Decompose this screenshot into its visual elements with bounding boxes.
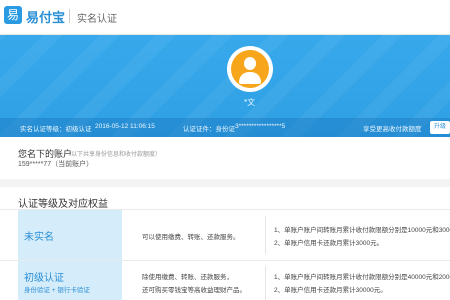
account-item: 159*****77（当前账户）	[18, 161, 94, 168]
upgrade-button[interactable]: 升级	[430, 121, 450, 134]
profile-banner: *文 实名认证等级：初级认证 2016-05-12 11:06:15 认证证件：…	[0, 35, 450, 137]
verification-status-bar: 实名认证等级：初级认证 2016-05-12 11:06:15 认证证件：身份证…	[0, 118, 450, 137]
level-column-divider	[265, 216, 266, 254]
level-limit: 1、单账户账户间转账月累计收付款限额分别是40000元和20000元	[274, 274, 450, 281]
level-limit: 2、单账户信用卡还款月累计30000元。	[274, 287, 387, 294]
profile-name: *文	[244, 98, 256, 107]
level-requirement: 身份验证 + 银行卡验证	[24, 287, 90, 294]
verification-level: 实名认证等级：初级认证	[20, 126, 92, 133]
levels-title: 认证等级及对应权益	[18, 199, 108, 210]
brand-logo-icon[interactable]: 易	[4, 6, 22, 24]
id-document-label: 认证证件：身份证	[183, 126, 235, 133]
id-document-number: 3*****************5	[235, 123, 286, 130]
section-separator	[0, 179, 450, 187]
level-description: 还可购买零钱宝等高收益理财产品。	[142, 287, 246, 294]
avatar-body	[239, 72, 261, 84]
top-header: 易 易付宝 实名认证	[0, 0, 450, 35]
level-limit: 2、单账户信用卡还款月累计3000元。	[274, 240, 384, 247]
accounts-note: （以下共享身份信息和收付款额度）	[65, 152, 162, 158]
page-title: 实名认证	[77, 14, 117, 25]
avatar-head	[244, 57, 256, 70]
level-name: 初级认证	[24, 273, 64, 284]
upgrade-promo-text: 享受更高收付款额度	[363, 126, 422, 133]
header-divider	[69, 9, 70, 23]
level-column-divider	[265, 266, 266, 300]
user-avatar-icon	[231, 50, 269, 88]
level-card-unverified: 未实名	[18, 210, 122, 260]
level-limit: 1、单账户账户间转账月累计收付款限额分别是10000元和3000元	[274, 227, 450, 234]
level-description: 除使用缴费、转账、还款服务，	[142, 274, 233, 281]
brand-name[interactable]: 易付宝	[26, 7, 65, 26]
verification-datetime: 2016-05-12 11:06:15	[95, 123, 155, 130]
level-card-basic: 初级认证 身份验证 + 银行卡验证	[18, 261, 122, 300]
level-description: 可以使用缴费、转账、还款服务。	[142, 234, 240, 241]
level-name: 未实名	[24, 232, 54, 243]
